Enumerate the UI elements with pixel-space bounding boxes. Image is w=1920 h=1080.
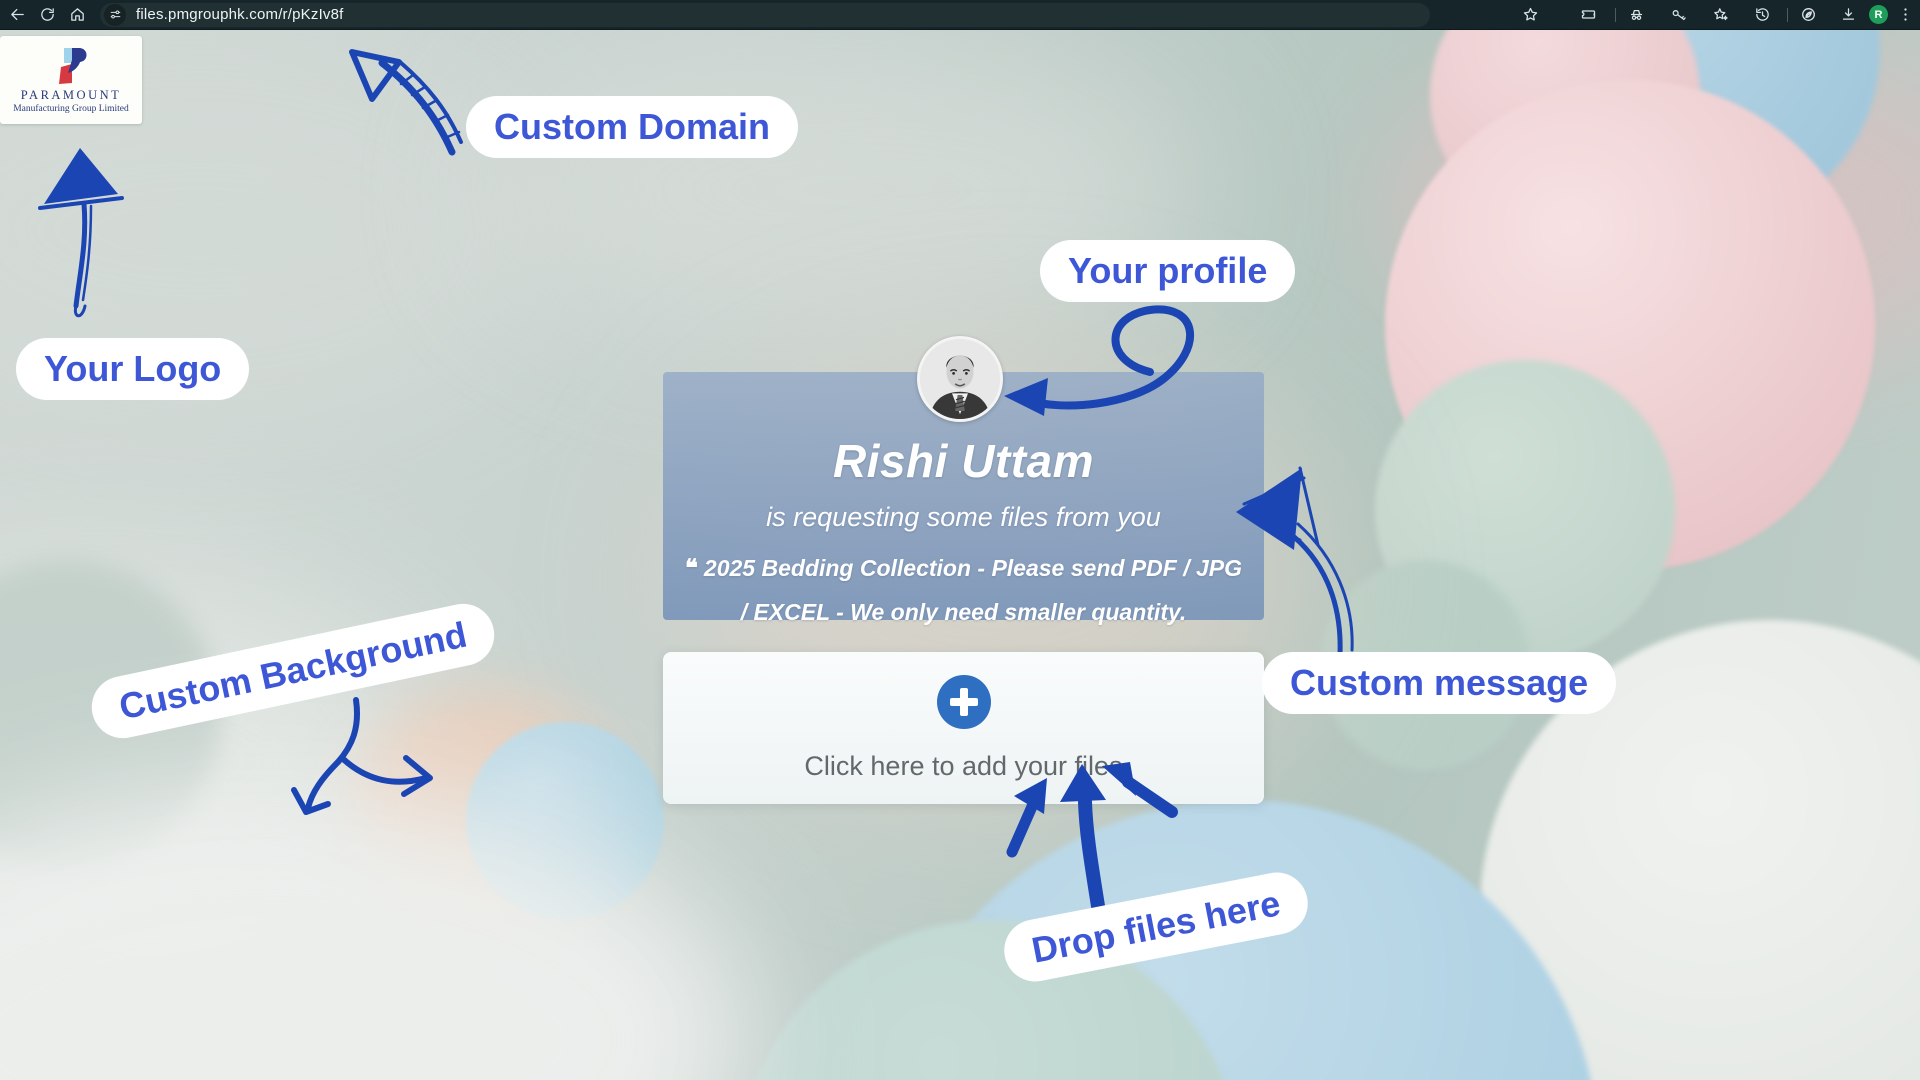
bookmark-star-icon[interactable] [1515, 0, 1545, 30]
add-files-plus-button[interactable] [937, 675, 991, 729]
logo-brand-text: PARAMOUNT [21, 88, 122, 103]
download-icon[interactable] [1833, 0, 1863, 30]
toolbar-separator [1787, 8, 1788, 22]
sparkle-star-icon[interactable] [1705, 0, 1735, 30]
quote-icon: ❝ [685, 555, 698, 582]
incognito-extension-icon[interactable] [1621, 0, 1651, 30]
callout-custom-domain: Custom Domain [466, 96, 798, 158]
browser-toolbar: files.pmgrouphk.com/r/pKzIv8f R [0, 0, 1920, 30]
eco-extension-icon[interactable] [1793, 0, 1823, 30]
requester-name: Rishi Uttam [663, 434, 1264, 488]
callout-your-profile: Your profile [1040, 240, 1295, 302]
history-icon[interactable] [1747, 0, 1777, 30]
request-subtitle: is requesting some files from you [663, 502, 1264, 533]
callout-your-logo: Your Logo [16, 338, 249, 400]
company-logo-card: PARAMOUNT Manufacturing Group Limited [0, 36, 142, 124]
password-key-icon[interactable] [1663, 0, 1693, 30]
home-icon[interactable] [62, 0, 92, 30]
toolbar-separator [1615, 8, 1616, 22]
callout-custom-message: Custom message [1262, 652, 1616, 714]
site-info-icon[interactable] [104, 4, 126, 26]
refresh-icon[interactable] [32, 0, 62, 30]
paramount-logo-mark [48, 47, 94, 85]
requester-profile-photo [917, 336, 1003, 422]
custom-message-text: ❝2025 Bedding Collection - Please send P… [684, 547, 1244, 634]
logo-tagline-text: Manufacturing Group Limited [13, 104, 129, 114]
browser-profile-avatar[interactable]: R [1869, 5, 1888, 24]
back-icon[interactable] [2, 0, 32, 30]
side-panel-icon[interactable] [1573, 0, 1603, 30]
menu-kebab-icon[interactable] [1894, 0, 1916, 30]
url-bar[interactable]: files.pmgrouphk.com/r/pKzIv8f [100, 3, 1430, 27]
url-text[interactable]: files.pmgrouphk.com/r/pKzIv8f [136, 6, 344, 23]
file-drop-zone[interactable]: Click here to add your files [663, 652, 1264, 804]
upload-cta-text: Click here to add your files [804, 751, 1122, 782]
